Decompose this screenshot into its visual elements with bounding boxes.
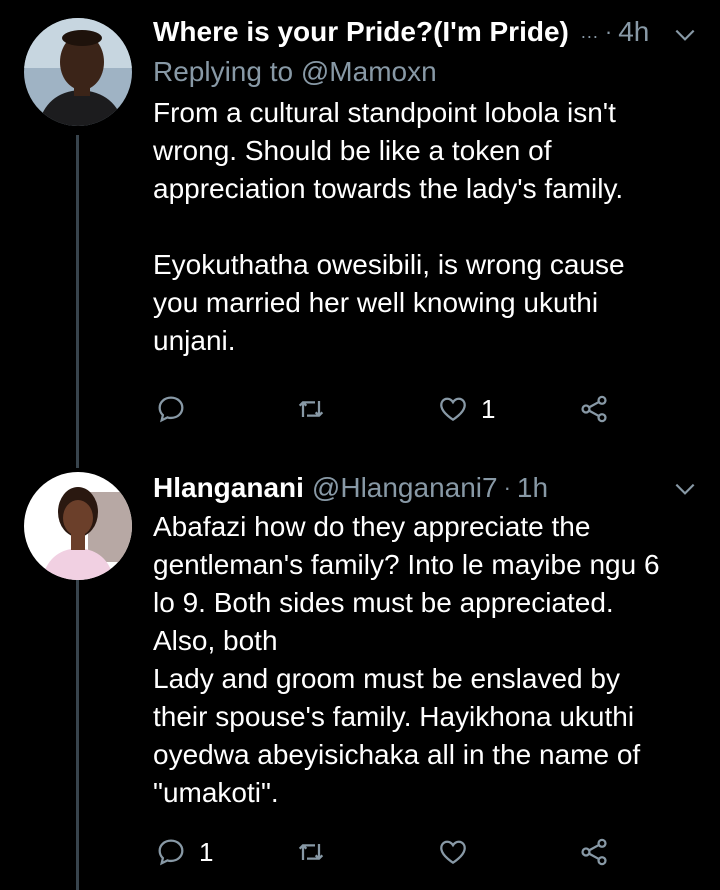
tweet-header: Hlanganani @Hlanganani7 · 1h (153, 468, 700, 508)
separator: · (503, 475, 511, 500)
retweet-button[interactable] (295, 393, 339, 425)
heart-icon (440, 840, 466, 864)
like-count: 1 (481, 393, 496, 424)
reply-icon (158, 839, 184, 866)
avatar-image (24, 18, 132, 126)
like-button[interactable]: 1 (437, 393, 495, 425)
tweet-header: Where is your Pride?(I'm Pride) ... · 4h (153, 12, 700, 52)
thread-line (76, 562, 79, 890)
reply-mention-link[interactable]: @Mamoxn (301, 56, 437, 87)
tweet-actions: 1 (155, 389, 625, 429)
display-name[interactable]: Hlanganani (153, 472, 304, 504)
tweet[interactable]: Where is your Pride?(I'm Pride) ... · 4h… (0, 0, 720, 462)
reply-button[interactable]: 1 (155, 836, 213, 868)
retweet-button[interactable] (295, 836, 339, 868)
share-button[interactable] (578, 393, 610, 425)
like-button[interactable] (437, 836, 481, 868)
display-name[interactable]: Where is your Pride?(I'm Pride) (153, 16, 569, 48)
tweet-text: Abafazi how do they appreciate the gentl… (153, 511, 660, 808)
reply-icon (158, 396, 184, 423)
thread-line (76, 135, 79, 462)
thread-line (76, 462, 79, 468)
timestamp[interactable]: 1h (517, 472, 548, 504)
tweet-text: From a cultural standpoint lobola isn't … (153, 97, 625, 356)
tweet[interactable]: Hlanganani @Hlanganani7 · 1h Abafazi how… (0, 462, 720, 890)
handle[interactable]: @Hlanganani7 (312, 472, 498, 504)
avatar[interactable] (24, 18, 132, 126)
chevron-down-icon[interactable] (672, 22, 698, 48)
avatar[interactable] (24, 472, 132, 580)
share-icon (581, 395, 607, 423)
retweet-icon (298, 401, 324, 417)
share-button[interactable] (578, 836, 610, 868)
replying-to-label: Replying to (153, 56, 294, 87)
reply-count: 1 (199, 836, 214, 867)
timestamp[interactable]: 4h (618, 16, 649, 48)
tweet-actions: 1 (155, 832, 625, 872)
replying-to: Replying to @Mamoxn (153, 52, 700, 92)
reply-button[interactable] (155, 393, 199, 425)
retweet-icon (298, 844, 324, 860)
share-icon (581, 838, 607, 866)
separator: · (604, 19, 613, 44)
heart-icon (440, 397, 466, 421)
more-indicator: ... (580, 21, 599, 42)
avatar-image (24, 472, 132, 580)
chevron-down-icon[interactable] (672, 476, 698, 502)
